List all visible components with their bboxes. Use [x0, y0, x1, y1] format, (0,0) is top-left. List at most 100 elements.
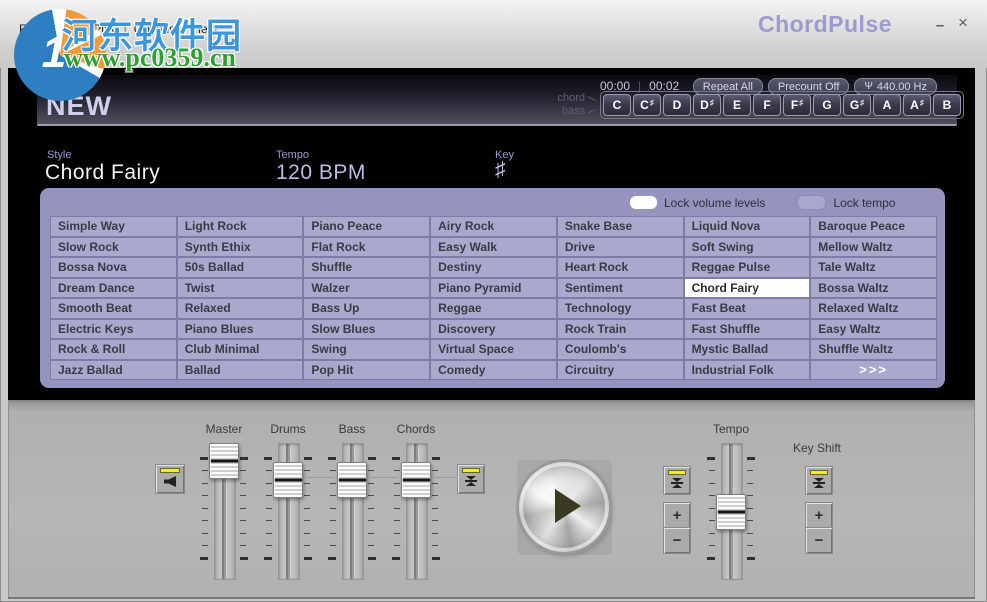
note-button-a[interactable]: A	[873, 94, 901, 116]
style-cell[interactable]: Swing	[304, 340, 429, 359]
note-button-g-sharp[interactable]: G♯	[843, 94, 871, 116]
note-button-d-sharp[interactable]: D♯	[693, 94, 721, 116]
close-button[interactable]: ×	[953, 14, 973, 34]
tick-mark	[709, 545, 715, 546]
tick-mark	[330, 520, 336, 521]
style-cell[interactable]: Dream Dance	[51, 279, 176, 298]
style-cell[interactable]: Industrial Folk	[685, 361, 810, 380]
style-panel: Lock volume levels Lock tempo Simple Way…	[40, 188, 945, 388]
style-cell[interactable]: Jazz Ballad	[51, 361, 176, 380]
note-button-a-sharp[interactable]: A♯	[903, 94, 931, 116]
more-styles-button[interactable]: >>>	[811, 361, 936, 380]
style-cell[interactable]: 50s Ballad	[178, 258, 303, 277]
bass-slider-thumb[interactable]	[337, 462, 367, 498]
style-cell[interactable]: Slow Rock	[51, 238, 176, 257]
style-cell[interactable]: Piano Pyramid	[431, 279, 556, 298]
style-cell[interactable]: Tale Waltz	[811, 258, 936, 277]
style-cell[interactable]: Technology	[558, 299, 683, 318]
style-cell[interactable]: Light Rock	[178, 217, 303, 236]
style-cell[interactable]: Simple Way	[51, 217, 176, 236]
drums-slider-thumb[interactable]	[273, 462, 303, 498]
tick-mark	[709, 520, 715, 521]
style-cell[interactable]: Piano Blues	[178, 320, 303, 339]
style-cell[interactable]: Shuffle	[304, 258, 429, 277]
note-button-b[interactable]: B	[933, 94, 961, 116]
style-cell[interactable]: Relaxed Waltz	[811, 299, 936, 318]
minimize-button[interactable]: –	[930, 14, 950, 34]
tempo-plus-button[interactable]: +	[663, 502, 691, 529]
lock-volume-checkbox[interactable]	[630, 196, 657, 209]
style-cell[interactable]: Rock & Roll	[51, 340, 176, 359]
key-shift-minus-button[interactable]: −	[805, 527, 833, 554]
style-cell[interactable]: Slow Blues	[304, 320, 429, 339]
window-bottom-edge	[8, 597, 975, 599]
note-button-e[interactable]: E	[723, 94, 751, 116]
tempo-slider-thumb[interactable]	[716, 494, 746, 530]
note-button-f[interactable]: F	[753, 94, 781, 116]
note-button-c[interactable]: C	[603, 94, 631, 116]
key-shift-reset-button[interactable]	[805, 466, 833, 495]
tempo-minus-button[interactable]: −	[663, 527, 691, 554]
style-cell[interactable]: Reggae	[431, 299, 556, 318]
style-cell[interactable]: Club Minimal	[178, 340, 303, 359]
style-cell[interactable]: Electric Keys	[51, 320, 176, 339]
style-cell[interactable]: Easy Walk	[431, 238, 556, 257]
style-cell[interactable]: Snake Base	[558, 217, 683, 236]
style-cell[interactable]: Fast Shuffle	[685, 320, 810, 339]
style-cell[interactable]: Heart Rock	[558, 258, 683, 277]
tempo-reset-button[interactable]	[663, 466, 691, 495]
style-cell[interactable]: Bass Up	[304, 299, 429, 318]
tick-mark	[432, 545, 438, 546]
tick-mark	[432, 533, 438, 534]
style-cell[interactable]: Mellow Waltz	[811, 238, 936, 257]
style-cell[interactable]: Baroque Peace	[811, 217, 936, 236]
style-cell[interactable]: Bossa Waltz	[811, 279, 936, 298]
style-cell[interactable]: Pop Hit	[304, 361, 429, 380]
style-cell[interactable]: Airy Rock	[431, 217, 556, 236]
style-cell[interactable]: Soft Swing	[685, 238, 810, 257]
note-button-g[interactable]: G	[813, 94, 841, 116]
style-cell[interactable]: Flat Rock	[304, 238, 429, 257]
mute-button[interactable]	[155, 464, 185, 494]
play-button[interactable]	[519, 462, 609, 552]
tick-mark	[304, 470, 310, 471]
style-cell[interactable]: Synth Ethix	[178, 238, 303, 257]
volume-reset-button[interactable]	[457, 464, 485, 494]
style-cell[interactable]: Liquid Nova	[685, 217, 810, 236]
style-cell[interactable]: Relaxed	[178, 299, 303, 318]
style-cell[interactable]: Walzer	[304, 279, 429, 298]
style-cell[interactable]: Discovery	[431, 320, 556, 339]
tempo-label: Tempo	[276, 149, 309, 161]
lock-volume-label: Lock volume levels	[664, 196, 765, 210]
style-cell[interactable]: Shuffle Waltz	[811, 340, 936, 359]
style-cell[interactable]: Easy Waltz	[811, 320, 936, 339]
note-button-f-sharp[interactable]: F♯	[783, 94, 811, 116]
style-cell[interactable]: Ballad	[178, 361, 303, 380]
tick-mark	[330, 508, 336, 509]
style-cell[interactable]: Coulomb's	[558, 340, 683, 359]
style-cell[interactable]: Fast Beat	[685, 299, 810, 318]
chords-slider-thumb[interactable]	[401, 462, 431, 498]
tick-mark	[394, 508, 400, 509]
style-cell[interactable]: Rock Train	[558, 320, 683, 339]
master-slider-thumb[interactable]	[209, 443, 239, 479]
style-cell[interactable]: Twist	[178, 279, 303, 298]
style-cell[interactable]: Smooth Beat	[51, 299, 176, 318]
lock-tempo-checkbox[interactable]	[797, 195, 826, 210]
tick-mark	[304, 457, 312, 460]
style-cell[interactable]: Bossa Nova	[51, 258, 176, 277]
note-button-d[interactable]: D	[663, 94, 691, 116]
style-cell[interactable]: Sentiment	[558, 279, 683, 298]
style-cell[interactable]: Comedy	[431, 361, 556, 380]
style-cell[interactable]: Destiny	[431, 258, 556, 277]
style-cell[interactable]: Virtual Space	[431, 340, 556, 359]
style-cell[interactable]: Drive	[558, 238, 683, 257]
style-cell[interactable]: Piano Peace	[304, 217, 429, 236]
style-cell[interactable]: Reggae Pulse	[685, 258, 810, 277]
key-shift-plus-button[interactable]: +	[805, 502, 833, 529]
style-cell[interactable]: Mystic Ballad	[685, 340, 810, 359]
style-cell[interactable]: Circuitry	[558, 361, 683, 380]
style-cell[interactable]: Chord Fairy	[685, 279, 810, 298]
note-button-c-sharp[interactable]: C♯	[633, 94, 661, 116]
master-volume-slider	[196, 443, 252, 578]
